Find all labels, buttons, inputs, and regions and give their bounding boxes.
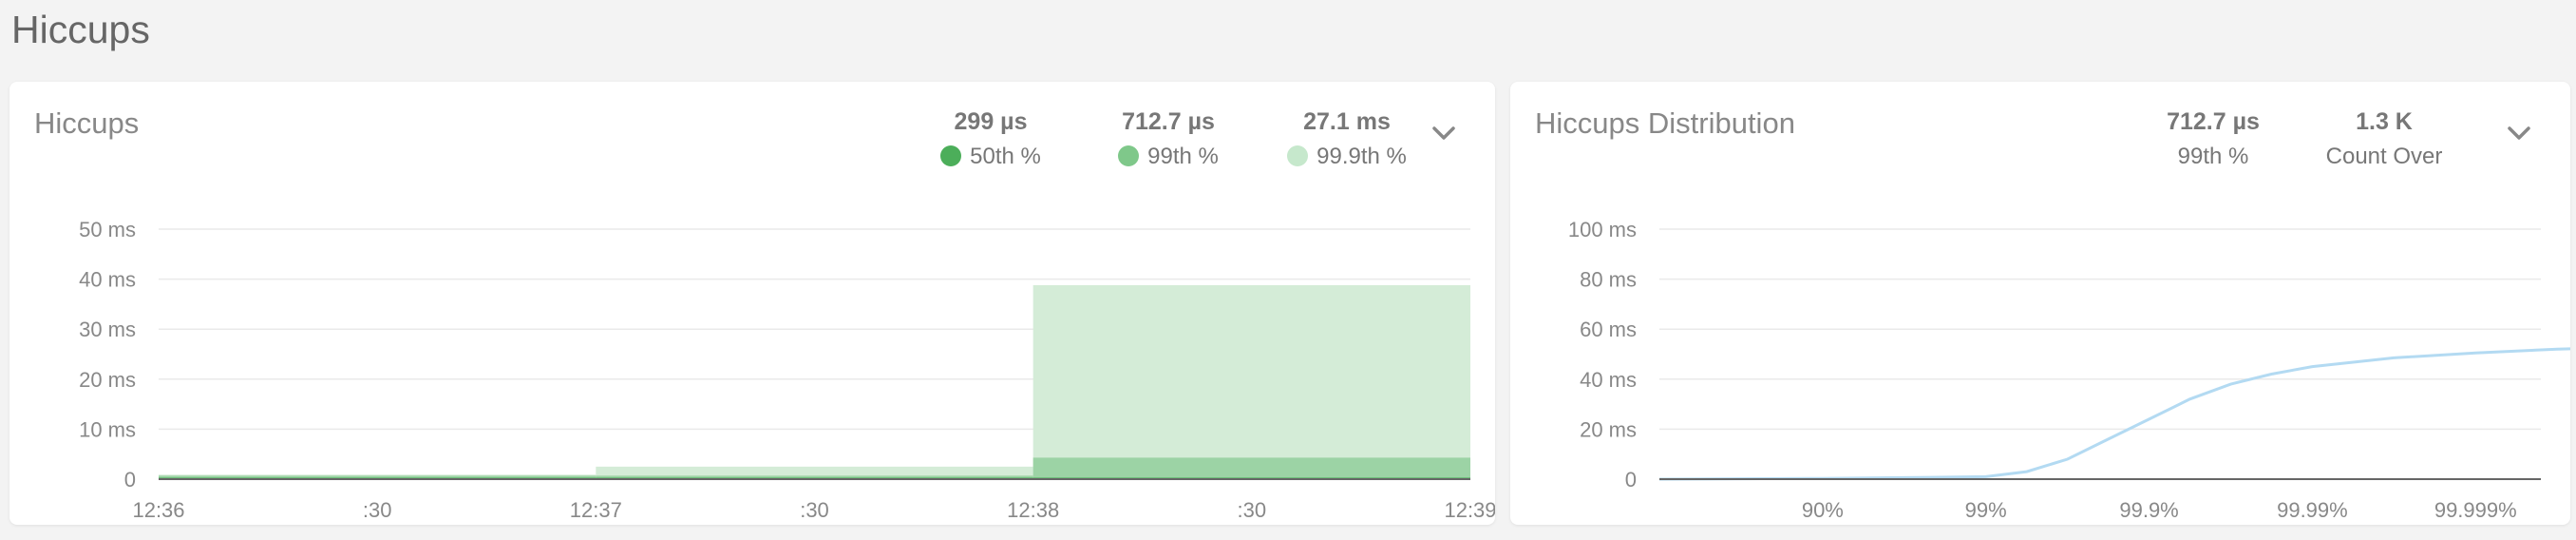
x-tick-label: 99.99% <box>2277 498 2348 522</box>
x-tick-label: 12:36 <box>132 498 184 522</box>
x-tick-label: 12:39 <box>1444 498 1495 522</box>
x-tick-label: :30 <box>363 498 392 522</box>
hiccups-distribution-chart: 0 20 ms 40 ms 60 ms 80 ms 100 ms 90% 99% 99.9% 99… <box>1568 218 2570 522</box>
x-tick-label: 99% <box>1965 498 2007 522</box>
x-tick-label: 90% <box>1802 498 1844 522</box>
page-title: Hiccups <box>11 8 150 51</box>
area-segment <box>1032 457 1470 479</box>
y-tick-label: 80 ms <box>1580 268 1637 292</box>
x-tick-label: 99.999% <box>2434 498 2517 522</box>
y-tick-label: 50 ms <box>79 218 136 241</box>
y-tick-label: 20 ms <box>79 368 136 392</box>
y-tick-label: 100 ms <box>1568 218 1637 241</box>
x-tick-label: :30 <box>1238 498 1267 522</box>
series-line <box>1658 347 2570 481</box>
x-tick-label: 12:37 <box>570 498 622 522</box>
area-segment <box>1032 284 1470 479</box>
y-tick-label: 40 ms <box>79 268 136 292</box>
y-tick-label: 30 ms <box>79 318 136 341</box>
y-tick-label: 40 ms <box>1580 368 1637 392</box>
hiccups-panel: Hiccups 299 µs 50th % 712.7 µs 99th % 27… <box>9 82 1495 525</box>
y-tick-label: 60 ms <box>1580 318 1637 341</box>
y-tick-label: 10 ms <box>79 417 136 441</box>
x-tick-label: 99.9% <box>2119 498 2178 522</box>
x-tick-label: :30 <box>800 498 829 522</box>
hiccups-distribution-panel: Hiccups Distribution 712.7 µs 99th % 1.3… <box>1510 82 2570 525</box>
y-tick-label: 20 ms <box>1580 417 1637 441</box>
y-tick-label: 0 <box>124 468 136 492</box>
y-tick-label: 0 <box>1625 468 1637 492</box>
hiccups-chart: 0 10 ms 20 ms 30 ms 40 ms 50 ms 12:36 :30 12:37:… <box>79 218 1495 522</box>
x-tick-label: 12:38 <box>1007 498 1059 522</box>
